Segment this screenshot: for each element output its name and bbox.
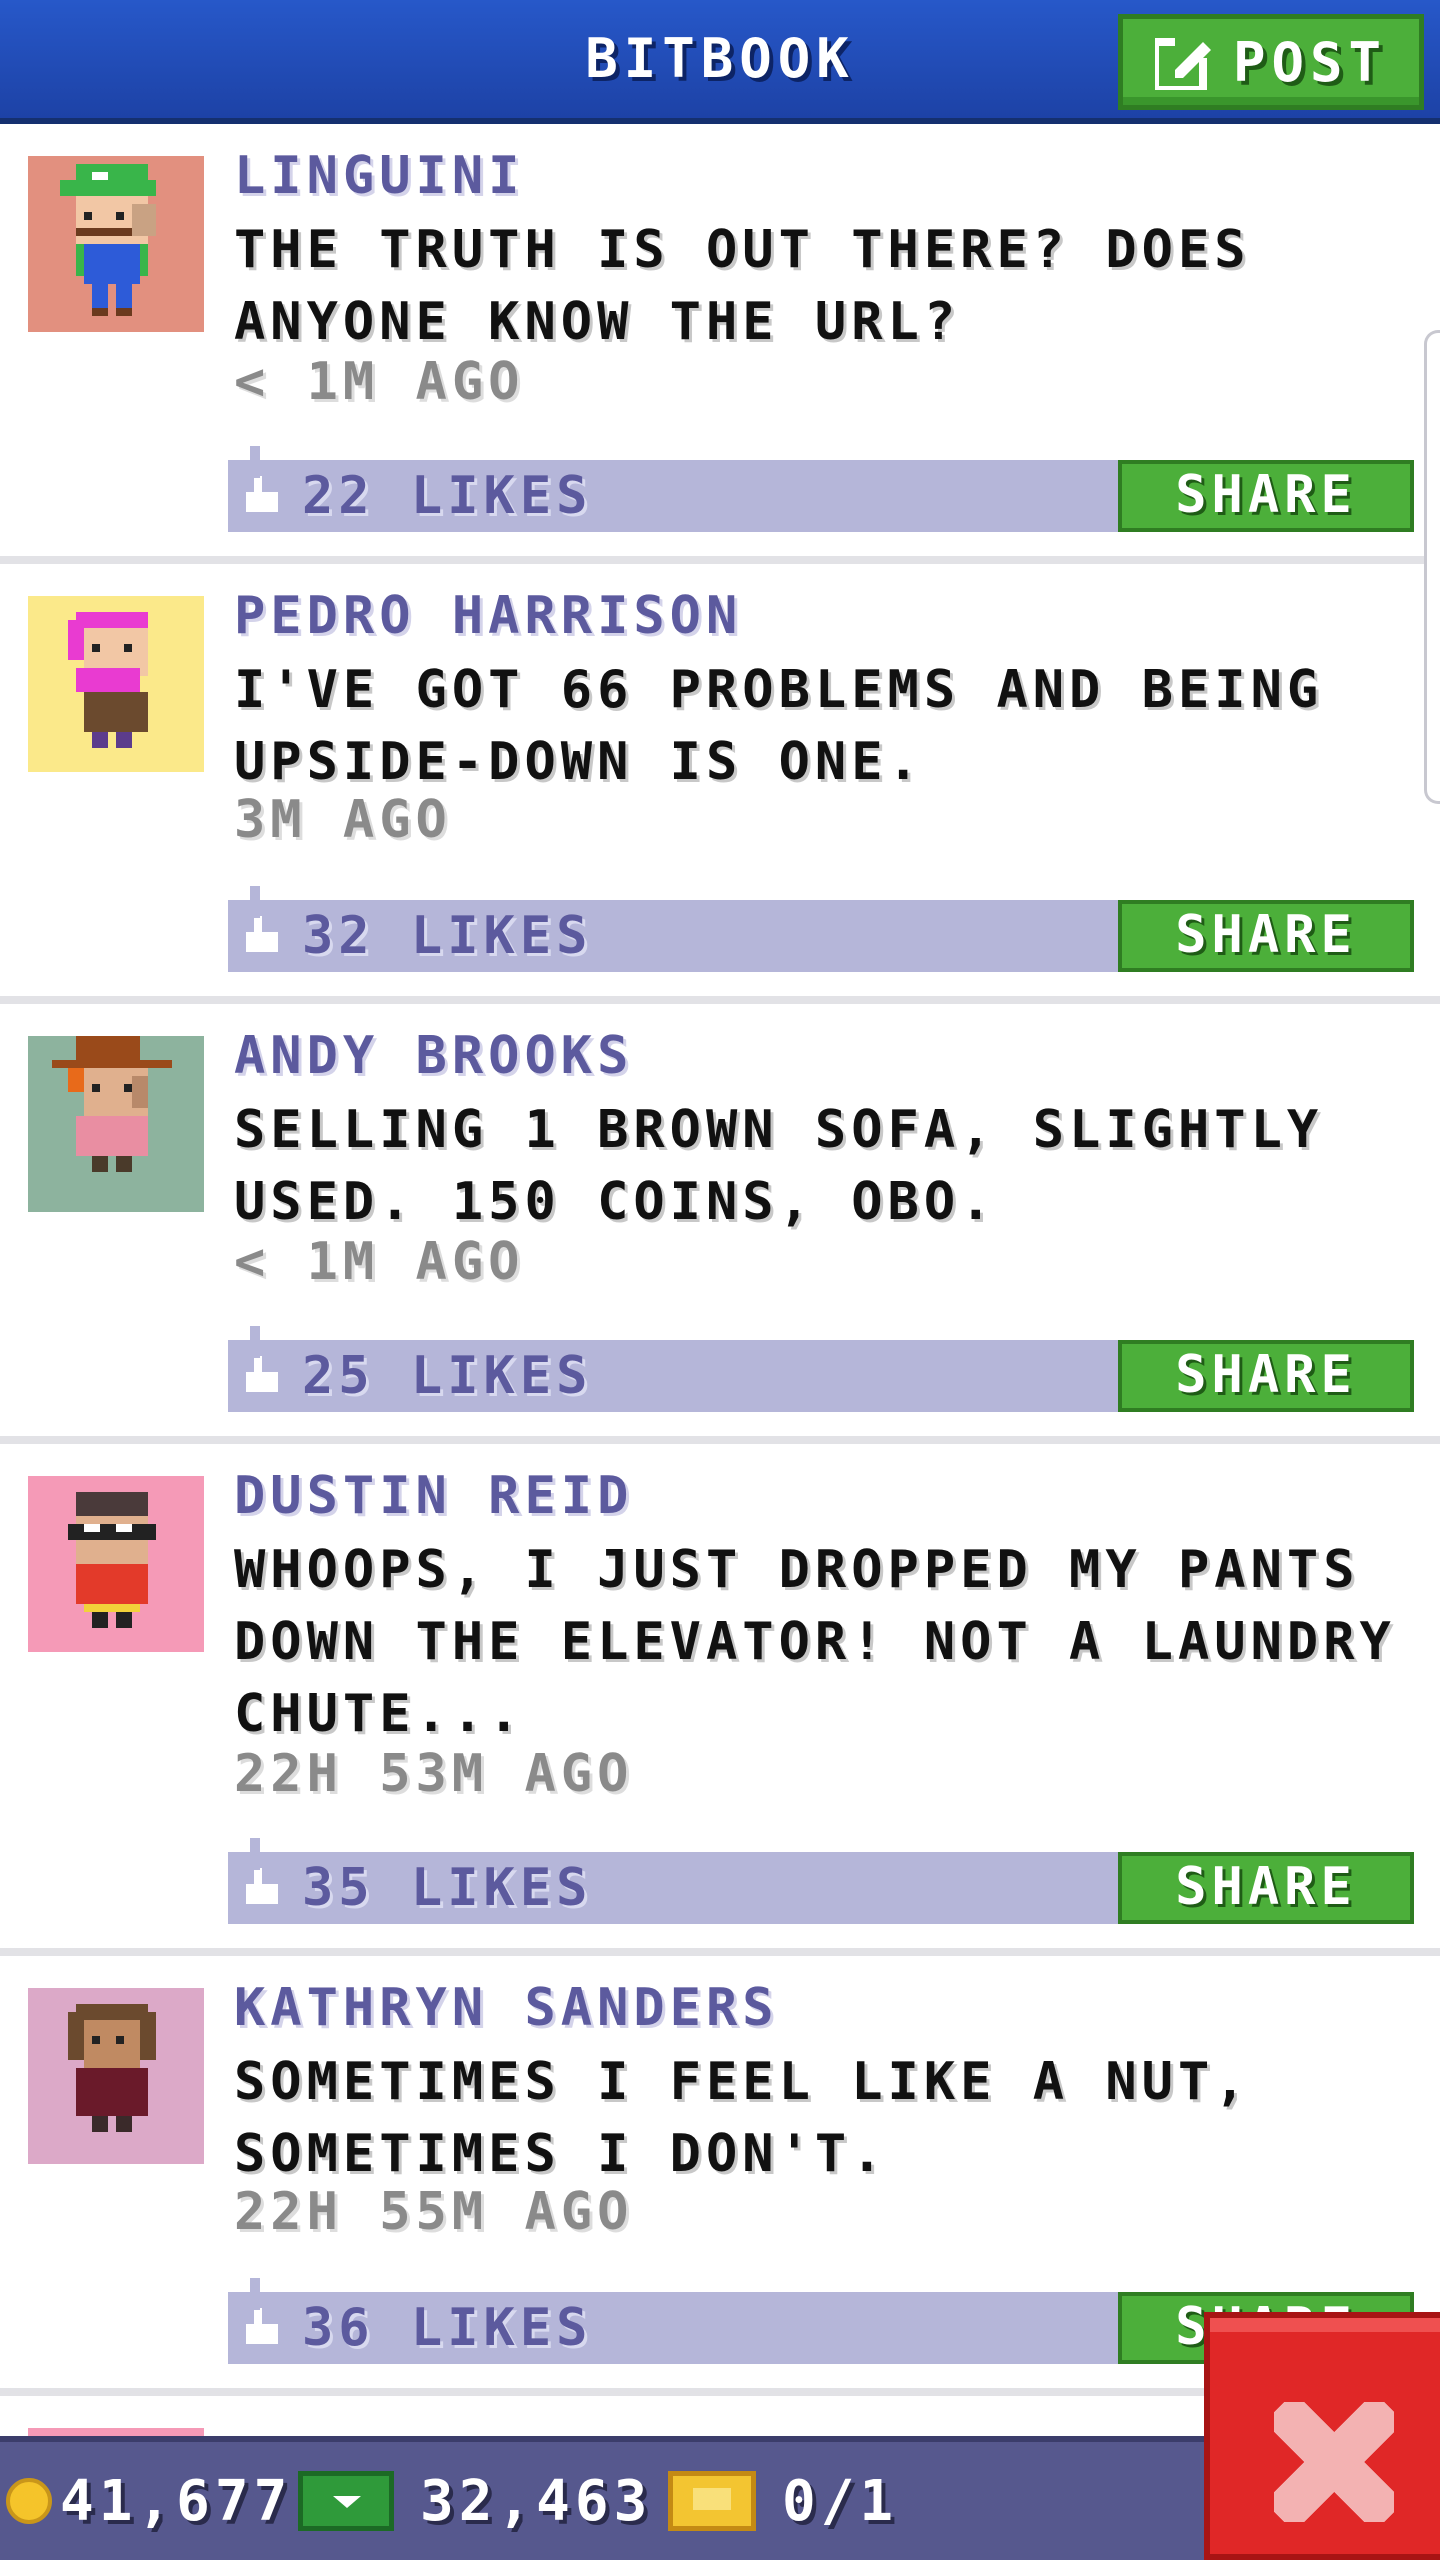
post-card: LINGUINI THE TRUTH IS OUT THERE? DOES AN… (0, 124, 1440, 556)
ticket-icon (668, 2471, 756, 2531)
post-author[interactable]: DUSTIN REID (234, 1466, 633, 1526)
brown-hair-character-avatar[interactable] (28, 1988, 204, 2164)
post-button[interactable]: POST (1118, 14, 1424, 110)
like-bar: 25 LIKES SHARE (228, 1326, 1414, 1412)
post-message: WHOOPS, I JUST DROPPED MY PANTS DOWN THE… (234, 1540, 1396, 1744)
close-button[interactable] (1204, 2312, 1440, 2560)
bux-stat[interactable]: 32,463 (298, 2442, 652, 2560)
share-button[interactable]: SHARE (1118, 1340, 1414, 1412)
side-scroll-handle[interactable] (1424, 330, 1440, 804)
post-time: 3M AGO (234, 790, 452, 850)
post-time: 22H 53M AGO (234, 1744, 634, 1804)
bux-value: 32,463 (420, 2468, 653, 2534)
post-message: I'VE GOT 66 PROBLEMS AND BEING UPSIDE-DO… (234, 660, 1324, 792)
share-button[interactable]: SHARE (1118, 1852, 1414, 1924)
thumbs-up-icon[interactable] (242, 1326, 282, 1396)
character-avatar[interactable] (28, 2428, 204, 2436)
post-divider (0, 1436, 1440, 1444)
tickets-value: 0/1 (782, 2468, 899, 2534)
post-author[interactable]: ANDY BROOKS (234, 1026, 633, 1086)
app-header: BITBOOK POST (0, 0, 1440, 124)
post-button-label: POST (1232, 30, 1388, 94)
post-divider (0, 1948, 1440, 1956)
like-count: 32 LIKES (302, 906, 593, 966)
post-time: < 1M AGO (234, 352, 525, 412)
like-count: 36 LIKES (302, 2298, 593, 2358)
like-count: 25 LIKES (302, 1346, 593, 1406)
share-button[interactable]: SHARE (1118, 900, 1414, 972)
post-author[interactable]: LINGUINI (234, 146, 524, 206)
post-author[interactable]: PEDRO HARRISON (234, 586, 742, 646)
post-author[interactable]: KATHRYN SANDERS (234, 1978, 779, 2038)
green-cap-character-avatar[interactable] (28, 156, 204, 332)
post-card: DUSTIN REID WHOOPS, I JUST DROPPED MY PA… (0, 1444, 1440, 1948)
pink-hair-character-avatar[interactable] (28, 596, 204, 772)
like-count: 35 LIKES (302, 1858, 593, 1918)
compose-icon (1154, 34, 1211, 90)
like-count: 22 LIKES (302, 466, 593, 526)
post-card: PEDRO HARRISON I'VE GOT 66 PROBLEMS AND … (0, 564, 1440, 996)
top-hat-character-avatar[interactable] (28, 1036, 204, 1212)
close-icon (1274, 2402, 1394, 2522)
post-message: SOMETIMES I FEEL LIKE A NUT, SOMETIMES I… (234, 2052, 1251, 2184)
thumbs-up-icon[interactable] (242, 2278, 282, 2348)
coins-stat[interactable]: 41,677 (6, 2442, 292, 2560)
post-time: 22H 55M AGO (234, 2182, 634, 2242)
post-card: ANDY BROOKS SELLING 1 BROWN SOFA, SLIGHT… (0, 1004, 1440, 1436)
like-bar: 22 LIKES SHARE (228, 446, 1414, 532)
coins-value: 41,677 (60, 2468, 293, 2534)
thumbs-up-icon[interactable] (242, 1838, 282, 1908)
post-message: THE TRUTH IS OUT THERE? DOES ANYONE KNOW… (234, 220, 1251, 352)
share-button[interactable]: SHARE (1118, 460, 1414, 532)
feed[interactable]: LINGUINI THE TRUTH IS OUT THERE? DOES AN… (0, 124, 1440, 2436)
like-bar: 35 LIKES SHARE (228, 1838, 1414, 1924)
masked-character-avatar[interactable] (28, 1476, 204, 1652)
post-message: SELLING 1 BROWN SOFA, SLIGHTLY USED. 150… (234, 1100, 1324, 1232)
thumbs-up-icon[interactable] (242, 886, 282, 956)
coin-icon (6, 2478, 52, 2524)
post-divider (0, 556, 1440, 564)
bux-icon (298, 2471, 394, 2531)
like-bar: 32 LIKES SHARE (228, 886, 1414, 972)
post-divider (0, 996, 1440, 1004)
thumbs-up-icon[interactable] (242, 446, 282, 516)
tickets-stat[interactable]: 0/1 (668, 2442, 898, 2560)
post-time: < 1M AGO (234, 1232, 525, 1292)
